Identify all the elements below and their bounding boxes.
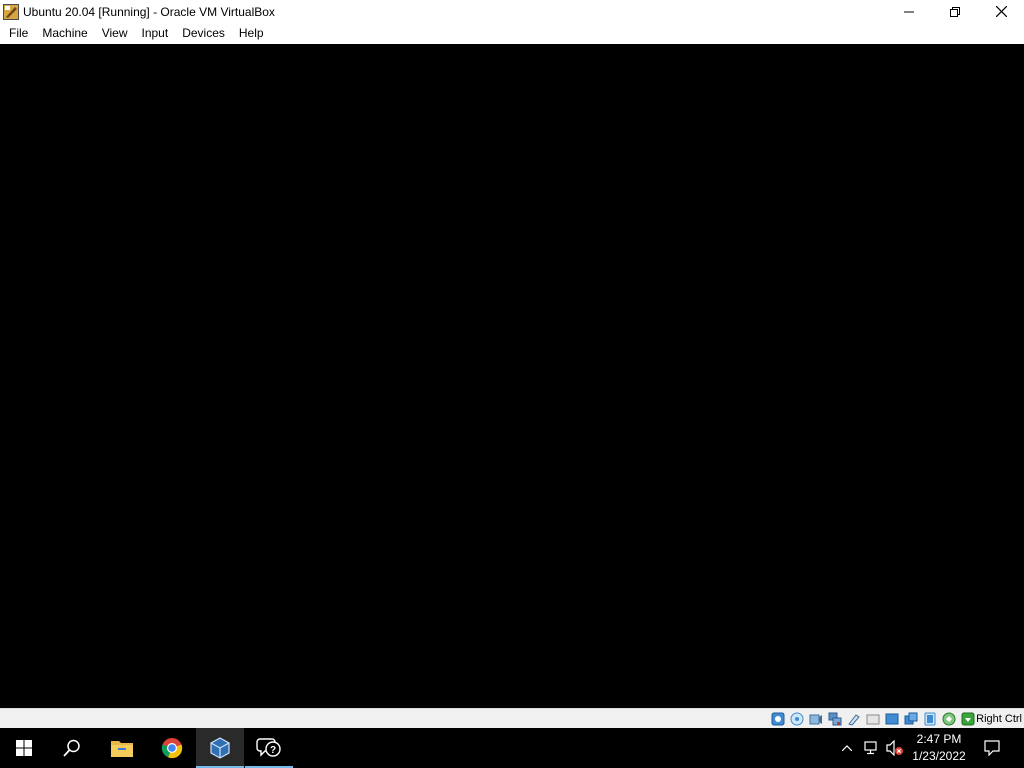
optical-drive-icon[interactable] <box>789 711 805 727</box>
show-hidden-icons-button[interactable] <box>838 728 856 768</box>
start-button[interactable] <box>0 728 48 768</box>
menu-devices[interactable]: Devices <box>175 23 232 44</box>
menu-help[interactable]: Help <box>232 23 271 44</box>
menu-file[interactable]: File <box>2 23 35 44</box>
chrome-button[interactable] <box>148 728 196 768</box>
menu-bar: File Machine View Input Devices Help <box>0 23 1024 44</box>
volume-tray-button[interactable] <box>884 728 906 768</box>
menu-input[interactable]: Input <box>135 23 176 44</box>
feedback-hub-icon: ? <box>256 738 281 757</box>
close-icon <box>995 6 1007 17</box>
restore-button[interactable] <box>932 0 978 23</box>
file-explorer-icon <box>111 741 133 757</box>
clock-date: 1/23/2022 <box>912 749 966 763</box>
chrome-icon <box>161 738 183 759</box>
virtualbox-icon <box>210 737 230 759</box>
virtualbox-taskbar-button[interactable] <box>196 728 244 768</box>
virtualbox-app-icon[interactable] <box>3 3 19 20</box>
minimize-icon <box>904 11 914 12</box>
restore-icon <box>950 6 960 17</box>
svg-text:?: ? <box>270 745 276 756</box>
network-tray-button[interactable] <box>860 728 882 768</box>
virtualization-icon[interactable] <box>922 711 938 727</box>
title-bar[interactable]: Ubuntu 20.04 [Running] - Oracle VM Virtu… <box>0 0 1024 23</box>
host-key-label: Right Ctrl <box>976 713 1022 725</box>
chevron-up-icon <box>842 745 852 751</box>
clock[interactable]: 2:47 PM 1/23/2022 <box>904 731 974 765</box>
feedback-hub-button[interactable]: ? <box>245 728 293 768</box>
vm-display[interactable] <box>0 44 1024 708</box>
cpu-icon[interactable] <box>941 711 957 727</box>
mouse-integration-icon[interactable] <box>960 711 976 727</box>
video-capture-icon[interactable] <box>903 711 919 727</box>
display-icon[interactable] <box>884 711 900 727</box>
close-button[interactable] <box>978 0 1024 23</box>
start-icon <box>16 740 32 756</box>
search-icon <box>63 739 80 757</box>
shared-folders-icon[interactable] <box>865 711 881 727</box>
action-center-button[interactable] <box>980 728 1004 768</box>
hard-disk-icon[interactable] <box>770 711 786 727</box>
notification-icon <box>984 740 1000 756</box>
network-tray-icon <box>864 741 877 755</box>
audio-icon[interactable] <box>808 711 824 727</box>
volume-muted-icon <box>886 740 903 756</box>
usb-icon[interactable] <box>846 711 862 727</box>
menu-view[interactable]: View <box>95 23 135 44</box>
taskbar: ? 2:47 PM 1/23/2022 <box>0 728 1024 768</box>
search-button[interactable] <box>48 728 96 768</box>
file-explorer-button[interactable] <box>98 728 146 768</box>
menu-machine[interactable]: Machine <box>35 23 94 44</box>
window-title: Ubuntu 20.04 [Running] - Oracle VM Virtu… <box>23 4 275 19</box>
status-bar: Right Ctrl <box>0 708 1024 728</box>
clock-time: 2:47 PM <box>916 732 962 746</box>
network-icon[interactable] <box>827 711 843 727</box>
minimize-button[interactable] <box>886 0 932 23</box>
